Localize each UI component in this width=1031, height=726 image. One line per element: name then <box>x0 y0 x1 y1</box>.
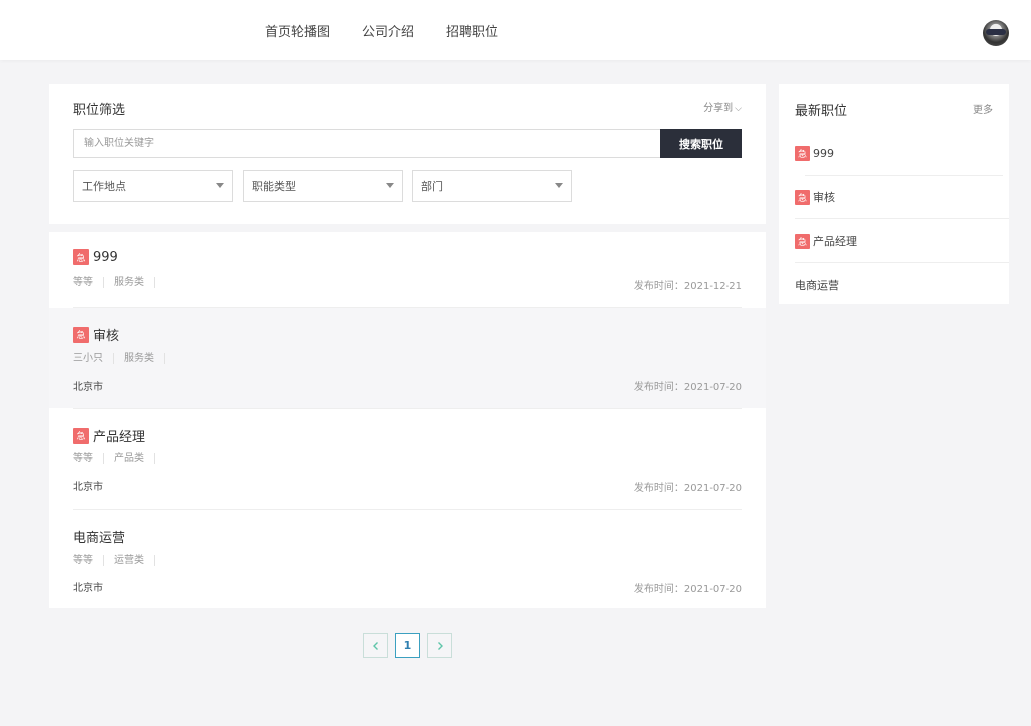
latest-job-item[interactable]: 急 产品经理 <box>795 233 857 249</box>
publish-date: 发布时间：2021-07-20 <box>633 382 742 393</box>
chevron-right-icon <box>437 641 443 650</box>
publish-date: 发布时间：2021-07-20 <box>633 584 742 595</box>
next-page-button[interactable] <box>427 633 452 658</box>
job-tag: 服务类 <box>114 277 155 288</box>
caret-down-icon <box>386 183 394 188</box>
job-tag: 三小只 <box>73 353 114 364</box>
job-tag: 运营类 <box>114 555 155 566</box>
latest-job-name: 产品经理 <box>813 235 857 248</box>
job-city: 北京市 <box>73 382 103 393</box>
job-list: 急 999 等等 服务类 发布时间：2021-12-21 急 审核 三小只 服务… <box>49 232 766 608</box>
latest-jobs-title: 最新职位 <box>795 104 848 119</box>
publish-date: 发布时间：2021-07-20 <box>633 483 742 494</box>
share-label: 分享到 <box>703 103 734 114</box>
user-avatar[interactable] <box>983 20 1009 46</box>
chevron-down-icon: ⌵ <box>735 104 742 114</box>
nav-item-company-intro[interactable]: 公司介绍 <box>362 21 414 40</box>
job-name[interactable]: 审核 <box>93 325 119 344</box>
department-select[interactable]: 部门 <box>412 170 572 202</box>
latest-job-name: 电商运营 <box>795 279 839 292</box>
job-item[interactable]: 电商运营 等等 运营类 北京市 发布时间：2021-07-20 <box>49 510 766 608</box>
latest-divider <box>805 175 1003 176</box>
job-name[interactable]: 电商运营 <box>73 527 125 546</box>
job-name[interactable]: 999 <box>93 250 118 265</box>
function-type-select[interactable]: 职能类型 <box>243 170 403 202</box>
job-filter-panel: 职位筛选 分享到⌵ 搜索职位 工作地点 职能类型 部门 <box>49 84 766 224</box>
job-name[interactable]: 产品经理 <box>93 426 145 445</box>
location-select-label: 工作地点 <box>82 180 126 193</box>
job-item[interactable]: 急 999 等等 服务类 发布时间：2021-12-21 <box>49 232 766 307</box>
job-tag: 等等 <box>73 555 104 566</box>
filter-title: 职位筛选 <box>73 103 126 118</box>
urgent-badge: 急 <box>795 233 810 249</box>
prev-page-button[interactable] <box>363 633 388 658</box>
nav-item-home-carousel[interactable]: 首页轮播图 <box>265 21 330 40</box>
main-nav: 首页轮播图 公司介绍 招聘职位 <box>265 0 530 60</box>
share-dropdown[interactable]: 分享到 ⌵ <box>703 99 742 114</box>
job-title-row: 急 999 <box>73 249 118 265</box>
job-tag: 等等 <box>73 277 104 288</box>
job-tags: 三小只 服务类 <box>73 353 175 364</box>
nav-item-job-listings[interactable]: 招聘职位 <box>446 21 498 40</box>
latest-job-name: 审核 <box>813 191 835 204</box>
urgent-badge: 急 <box>795 189 810 205</box>
job-tags: 等等 服务类 <box>73 277 165 288</box>
department-select-label: 部门 <box>421 180 443 193</box>
latest-jobs-panel: 最新职位 更多 急 999 急 审核 急 产品经理 电商运营 <box>779 84 1009 304</box>
latest-divider <box>795 218 1009 219</box>
function-type-select-label: 职能类型 <box>252 180 296 193</box>
caret-down-icon <box>555 183 563 188</box>
job-tags: 等等 产品类 <box>73 453 165 464</box>
latest-job-item[interactable]: 电商运营 <box>795 277 839 293</box>
chevron-left-icon <box>372 641 378 650</box>
urgent-badge: 急 <box>73 326 89 343</box>
job-item[interactable]: 急 审核 三小只 服务类 北京市 发布时间：2021-07-20 <box>49 308 766 408</box>
caret-down-icon <box>216 183 224 188</box>
top-header: 首页轮播图 公司介绍 招聘职位 <box>0 0 1031 60</box>
latest-job-name: 999 <box>813 147 834 160</box>
latest-job-item[interactable]: 急 999 <box>795 146 834 161</box>
job-title-row: 电商运营 <box>73 527 125 546</box>
job-title-row: 急 产品经理 <box>73 426 145 445</box>
job-city: 北京市 <box>73 583 103 594</box>
job-tag: 等等 <box>73 453 104 464</box>
urgent-badge: 急 <box>73 249 89 265</box>
publish-date: 发布时间：2021-12-21 <box>633 281 742 292</box>
pagination: 1 <box>363 633 459 658</box>
job-item[interactable]: 急 产品经理 等等 产品类 北京市 发布时间：2021-07-20 <box>49 409 766 509</box>
urgent-badge: 急 <box>73 427 89 444</box>
job-tags: 等等 运营类 <box>73 555 165 566</box>
job-title-row: 急 审核 <box>73 325 119 344</box>
job-city: 北京市 <box>73 482 103 493</box>
job-tag: 服务类 <box>124 353 165 364</box>
latest-job-item[interactable]: 急 审核 <box>795 189 835 205</box>
latest-divider <box>795 262 1009 263</box>
urgent-badge: 急 <box>795 146 810 161</box>
search-jobs-button[interactable]: 搜索职位 <box>660 129 742 158</box>
more-link[interactable]: 更多 <box>973 101 993 116</box>
page-number-button[interactable]: 1 <box>395 633 420 658</box>
job-keyword-input[interactable] <box>73 129 661 158</box>
location-select[interactable]: 工作地点 <box>73 170 233 202</box>
job-tag: 产品类 <box>114 453 155 464</box>
